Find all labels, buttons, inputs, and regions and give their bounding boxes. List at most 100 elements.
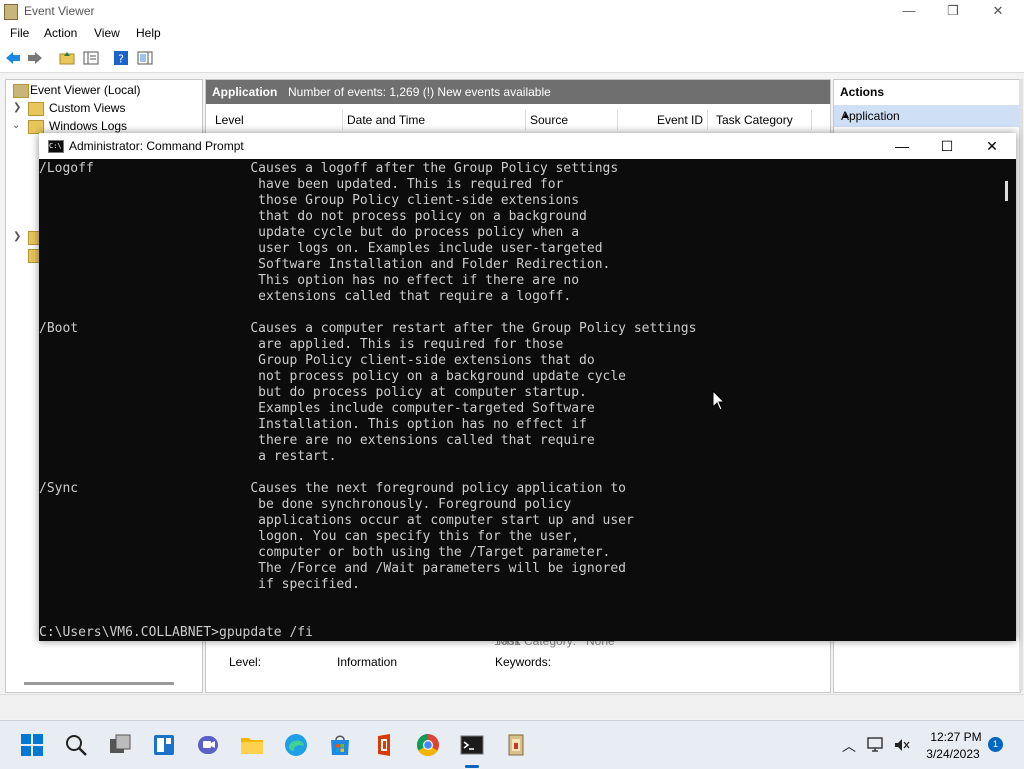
edge-icon[interactable]: [284, 733, 308, 757]
widgets-icon[interactable]: [152, 733, 176, 757]
maximize-button[interactable]: ❐: [938, 2, 968, 20]
cmd-output-line: those Group Policy client-side extension…: [39, 193, 580, 208]
cmd-output-line: but do process policy at computer startu…: [39, 385, 587, 400]
event-viewer-titlebar: Event Viewer — ❐ ✕: [0, 0, 1024, 22]
cmd-output-line: /Boot Causes a computer restart after th…: [39, 321, 697, 336]
toolbar: ?: [0, 44, 1024, 73]
event-viewer-taskbar-icon[interactable]: [504, 733, 528, 757]
tree-label: Custom Views: [49, 101, 126, 115]
minimize-button[interactable]: —: [894, 2, 924, 20]
clock-time[interactable]: 12:27 PM: [928, 730, 984, 744]
menubar: File Action View Help: [0, 22, 1024, 44]
back-arrow-icon[interactable]: [5, 50, 21, 66]
column-event-id[interactable]: Event ID: [618, 110, 708, 130]
column-task-category[interactable]: Task Category: [712, 110, 812, 130]
menu-view[interactable]: View: [94, 26, 120, 40]
column-source[interactable]: Source: [526, 110, 618, 130]
actions-title: Actions: [840, 85, 885, 99]
cmd-title: Administrator: Command Prompt: [69, 139, 244, 153]
notification-badge[interactable]: 1: [988, 737, 1003, 752]
cmd-output-line: /Sync Causes the next foreground policy …: [39, 481, 626, 496]
command-prompt-icon[interactable]: [460, 733, 484, 757]
chevron-down-icon[interactable]: ⌄: [12, 117, 20, 135]
cmd-output-line: applications occur at computer start up …: [39, 513, 634, 528]
cmd-output-line: The /Force and /Wait parameters will be …: [39, 561, 626, 576]
network-icon[interactable]: [867, 737, 885, 753]
tree-label: Event Viewer (Local): [30, 83, 141, 97]
search-icon[interactable]: [64, 733, 88, 757]
cmd-output-line: logon. You can specify this for the user…: [39, 529, 580, 544]
folder-icon: [28, 120, 44, 134]
folder-icon: [28, 102, 44, 116]
cmd-output-line: Installation. This option has no effect …: [39, 417, 587, 432]
cmd-output-line: computer or both using the /Target param…: [39, 545, 611, 560]
menu-action[interactable]: Action: [44, 26, 77, 40]
cmd-output-line: extensions called that require a logoff.: [39, 289, 572, 304]
file-explorer-icon[interactable]: [240, 733, 264, 757]
tree-item-event-viewer-local[interactable]: Event Viewer (Local): [6, 81, 200, 99]
detail-level-value: Information: [337, 655, 398, 669]
cmd-titlebar[interactable]: C:\ Administrator: Command Prompt — ☐ ✕: [39, 133, 1016, 159]
start-icon[interactable]: [20, 733, 44, 757]
detail-keywords-label: Keywords:: [495, 655, 552, 669]
cmd-minimize-button[interactable]: —: [882, 136, 922, 156]
chevron-right-icon[interactable]: ❯: [13, 99, 21, 117]
chrome-icon[interactable]: [416, 733, 440, 757]
folder-up-icon[interactable]: [59, 50, 75, 66]
office-icon[interactable]: [372, 733, 396, 757]
mouse-cursor-icon: [712, 390, 726, 411]
detail-level-label: Level:: [229, 655, 262, 669]
clock-date[interactable]: 3/24/2023: [920, 747, 986, 761]
actions-section-application[interactable]: Application ▲: [834, 105, 1020, 127]
show-hide-action-pane-icon[interactable]: [137, 50, 153, 66]
task-view-icon[interactable]: [108, 733, 132, 757]
cmd-output-line: /Logoff Causes a logoff after the Group …: [39, 161, 619, 176]
chevron-up-icon[interactable]: ︿: [842, 736, 856, 756]
cmd-output-line: update cycle but do process policy when …: [39, 225, 580, 240]
close-button[interactable]: ✕: [983, 2, 1013, 20]
teams-chat-icon[interactable]: [196, 733, 220, 757]
cmd-output-line: if specified.: [39, 577, 360, 592]
microsoft-store-icon[interactable]: [328, 733, 352, 757]
log-header: Application Number of events: 1,269 (!) …: [206, 80, 830, 104]
menu-help[interactable]: Help: [136, 26, 161, 40]
cmd-output-line: a restart.: [39, 449, 337, 464]
horizontal-scrollbar[interactable]: [24, 682, 174, 685]
cmd-close-button[interactable]: ✕: [972, 136, 1012, 156]
cmd-output-line: C:\Users\VM6.COLLABNET>gpupdate /fi: [39, 625, 313, 640]
vertical-scrollbar[interactable]: [1019, 79, 1023, 691]
cmd-scrollbar-thumb[interactable]: [1005, 181, 1008, 201]
cmd-console-output[interactable]: /Logoff Causes a logoff after the Group …: [39, 161, 1004, 641]
column-level[interactable]: Level: [211, 110, 343, 130]
event-viewer-app-icon: [4, 4, 18, 20]
column-date-time[interactable]: Date and Time: [343, 110, 526, 130]
cmd-output-line: are applied. This is required for those: [39, 337, 564, 352]
cmd-output-line: have been updated. This is required for: [39, 177, 564, 192]
command-prompt-window[interactable]: C:\ Administrator: Command Prompt — ☐ ✕ …: [39, 133, 1016, 641]
cmd-maximize-button[interactable]: ☐: [927, 136, 967, 156]
cmd-output-line: Software Installation and Folder Redirec…: [39, 257, 611, 272]
cmd-output-line: that do not process policy on a backgrou…: [39, 209, 587, 224]
cmd-output-line: be done synchronously. Foreground policy: [39, 497, 572, 512]
event-count: Number of events: 1,269 (!) New events a…: [288, 85, 551, 99]
status-bar: [0, 694, 1024, 719]
cmd-output-line: there are no extensions called that requ…: [39, 433, 595, 448]
cmd-output-line: user logs on. Examples include user-targ…: [39, 241, 603, 256]
forward-arrow-icon[interactable]: [27, 50, 43, 66]
event-viewer-icon: [13, 84, 29, 98]
cmd-output-line: Examples include computer-targeted Softw…: [39, 401, 595, 416]
volume-muted-icon[interactable]: [893, 737, 911, 753]
event-viewer-title: Event Viewer: [24, 4, 95, 18]
tree-item-custom-views[interactable]: ❯ Custom Views: [6, 99, 200, 117]
help-icon[interactable]: ?: [113, 50, 129, 66]
cmd-app-icon: C:\: [48, 140, 64, 153]
log-title: Application: [212, 85, 278, 99]
cmd-output-line: not process policy on a background updat…: [39, 369, 626, 384]
svg-text:?: ?: [118, 53, 124, 66]
cmd-output-line: This option has no effect if there are n…: [39, 273, 580, 288]
show-hide-tree-icon[interactable]: [83, 50, 99, 66]
taskbar: ︿ 12:27 PM 3/24/2023 1: [0, 720, 1024, 769]
collapse-triangle-icon[interactable]: ▲: [841, 110, 1014, 121]
menu-file[interactable]: File: [10, 26, 29, 40]
chevron-right-icon[interactable]: ❯: [13, 228, 21, 246]
